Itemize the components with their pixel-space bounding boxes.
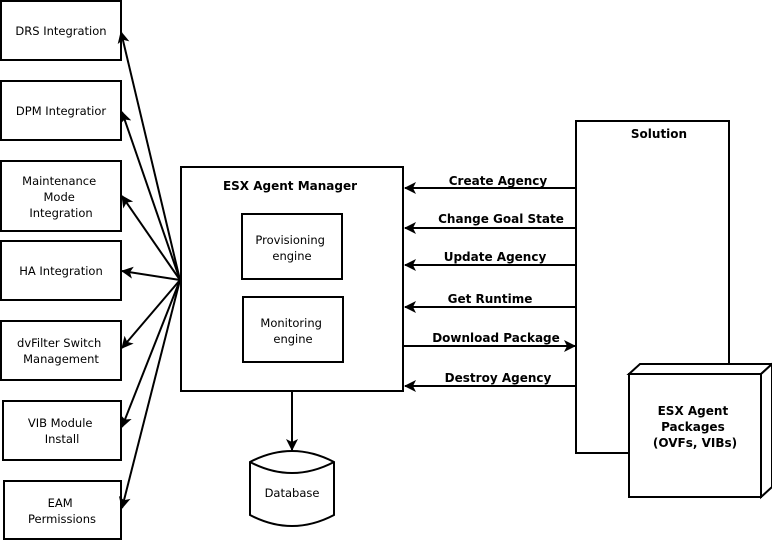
integration-drs-label: DRS Integration [15, 24, 106, 38]
integration-arrows [117, 31, 181, 509]
esx-agent-packages[interactable]: ESX Agent Packages (OVFs, VIBs) [626, 362, 772, 500]
download-package-label: Download Package [432, 331, 560, 345]
integration-eam-permissions[interactable]: EAM Permissions [3, 480, 122, 540]
arrow-to-drs [117, 31, 181, 281]
esx-agent-manager-title: ESX Agent Manager [223, 179, 357, 193]
integration-drs[interactable]: DRS Integration [0, 0, 122, 61]
get-runtime-label: Get Runtime [448, 292, 533, 306]
integration-ha-label: HA Integration [19, 264, 103, 278]
database[interactable]: Database [249, 450, 335, 527]
operation-update-agency: Update Agency [404, 250, 575, 271]
esx-agent-manager-architecture-diagram: DRS Integration DPM Integratior Maintena… [0, 0, 772, 540]
operation-download-package: Download Package [404, 331, 576, 352]
provisioning-engine[interactable]: Provisioning engine [241, 213, 343, 280]
operation-destroy-agency: Destroy Agency [404, 371, 575, 392]
integration-dpm-label: DPM Integratior [16, 104, 106, 118]
arrow-to-vib-module [120, 279, 181, 428]
arrow-to-ha [121, 266, 181, 281]
change-goal-state-label: Change Goal State [438, 212, 564, 226]
integration-dvfilter[interactable]: dvFilter Switch Management [0, 320, 122, 381]
update-agency-label: Update Agency [444, 250, 547, 264]
esx-agent-packages-label: ESX Agent Packages (OVFs, VIBs) [653, 404, 737, 450]
integration-ha[interactable]: HA Integration [0, 240, 122, 301]
operation-get-runtime: Get Runtime [404, 292, 575, 313]
create-agency-label: Create Agency [449, 174, 548, 188]
integration-dpm[interactable]: DPM Integratior [0, 80, 122, 141]
arrow-to-maintenance-mode [121, 195, 181, 281]
destroy-agency-label: Destroy Agency [445, 371, 552, 385]
solution-title: Solution [631, 127, 687, 141]
operation-create-agency: Create Agency [404, 174, 575, 194]
integration-vib-module[interactable]: VIB Module Install [2, 400, 122, 461]
operation-change-goal-state: Change Goal State [404, 212, 575, 234]
arrow-to-dpm [119, 111, 181, 281]
esx-agent-manager[interactable]: ESX Agent Manager Provisioning engine Mo… [180, 166, 404, 392]
integration-maintenance-mode[interactable]: Maintenance Mode Integration [0, 160, 122, 232]
database-label: Database [265, 486, 320, 500]
monitoring-engine[interactable]: Monitoring engine [242, 296, 344, 363]
